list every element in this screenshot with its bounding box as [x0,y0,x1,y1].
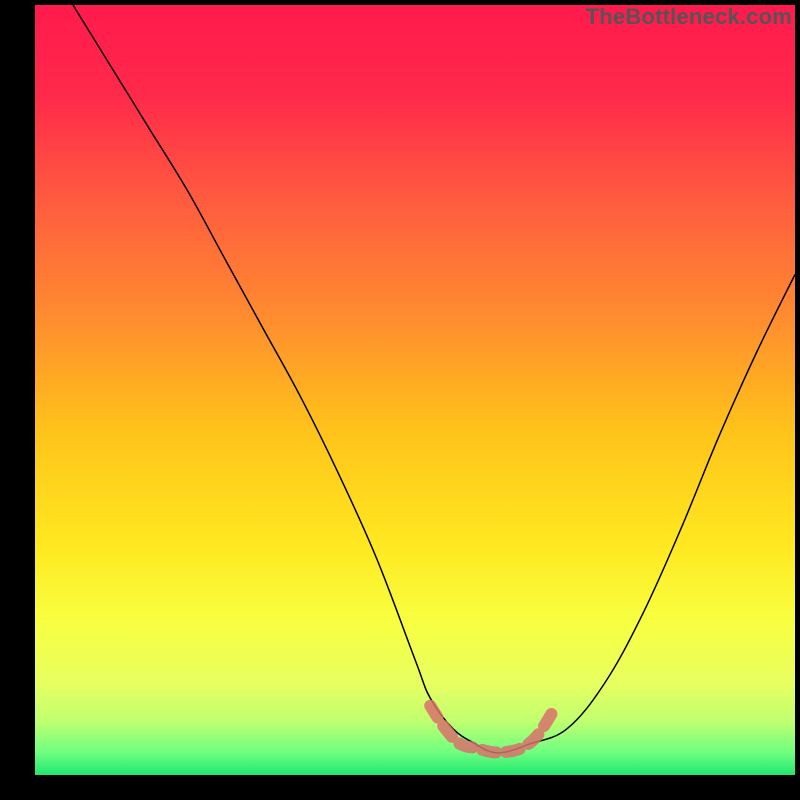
chart-svg [0,0,800,800]
watermark-text: TheBottleneck.com [586,4,792,30]
frame-bottom [0,775,800,800]
frame-right [795,0,800,800]
frame-left [0,0,35,800]
bottleneck-chart: TheBottleneck.com [0,0,800,800]
